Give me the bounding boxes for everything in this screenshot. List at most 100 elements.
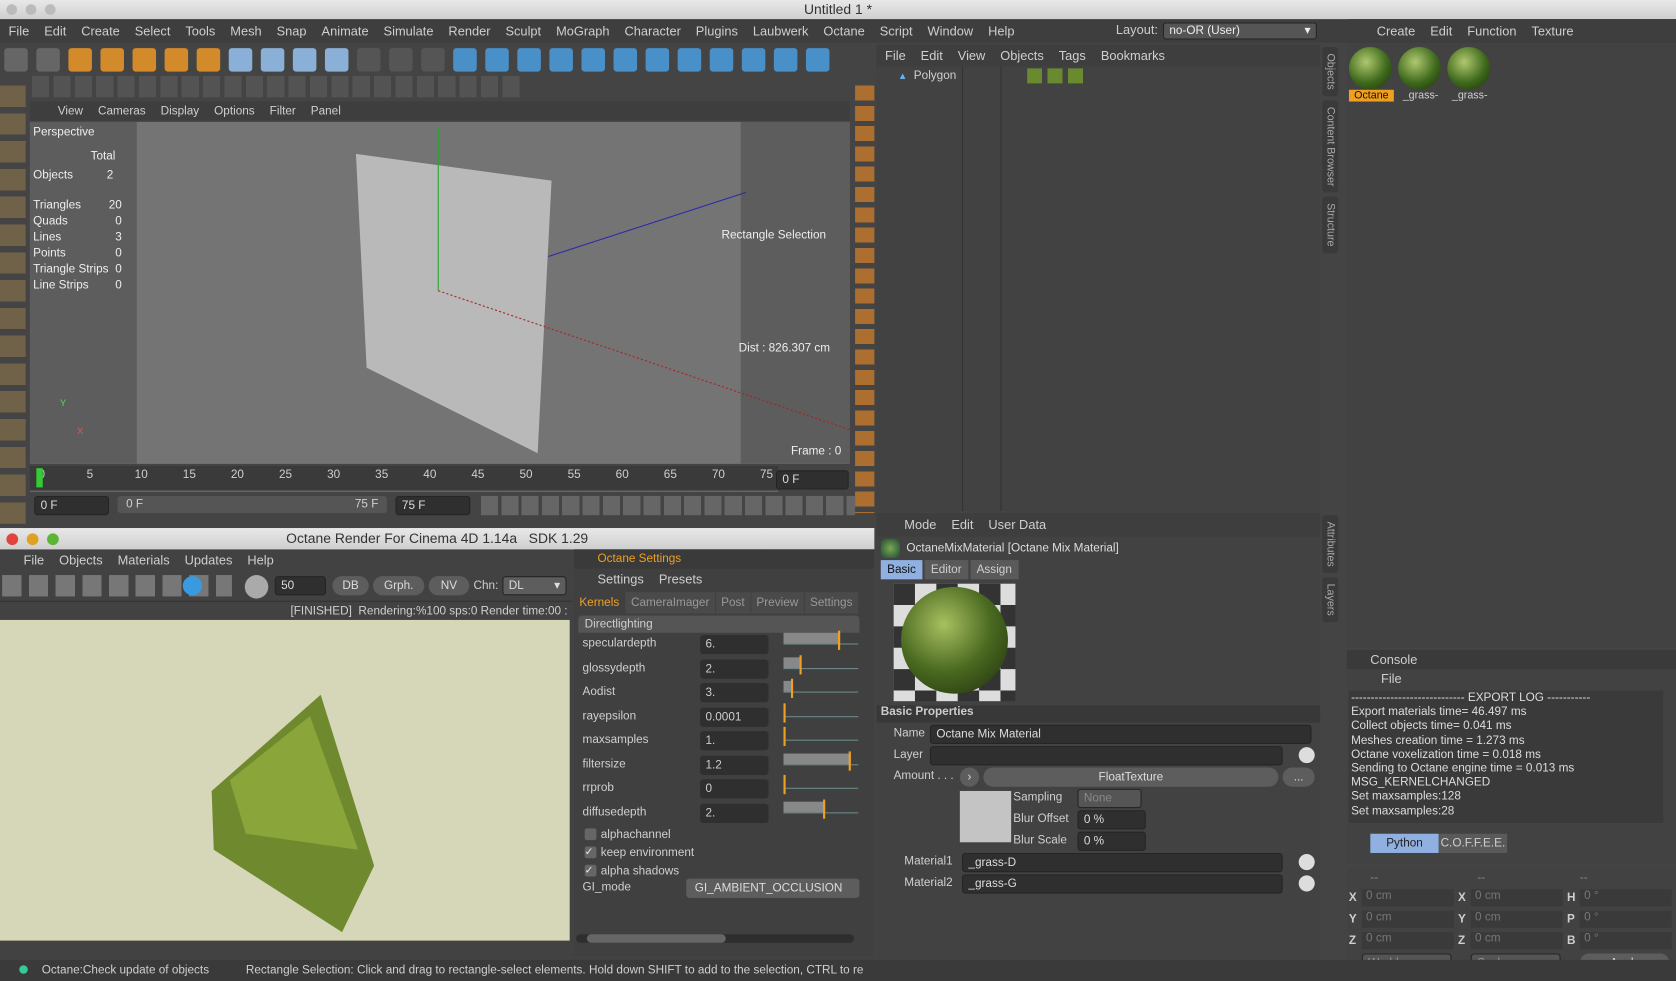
param-slider-rrprob[interactable] (783, 774, 859, 796)
viewport-right-toolbar[interactable] (855, 85, 875, 514)
coord-field[interactable]: 0 cm (1470, 932, 1563, 950)
scale-icon[interactable] (132, 48, 157, 72)
window-controls[interactable] (6, 4, 59, 15)
material-swatch[interactable]: Octane (1348, 47, 1394, 102)
param-field-rrprob[interactable]: 0 (700, 779, 769, 799)
octane-menu-file[interactable]: File (24, 553, 45, 568)
horizontal-scrollbar[interactable] (576, 934, 855, 943)
window-controls[interactable] (6, 533, 59, 546)
tab-editor[interactable]: Editor (924, 560, 969, 580)
layer-field[interactable] (929, 746, 1283, 766)
coord-field[interactable]: 0 cm (1470, 910, 1563, 928)
viewport[interactable]: Perspective Total Objects 2 Triangles 20 Qu… (29, 121, 850, 464)
coord-field[interactable]: 0 cm (1361, 932, 1454, 950)
float-texture-button[interactable]: FloatTexture (983, 767, 1279, 787)
checkbox-checked-icon[interactable]: ✓ (584, 846, 597, 859)
param-slider-filtersize[interactable] (783, 750, 859, 772)
more-button[interactable]: ... (1282, 767, 1315, 787)
python-tab[interactable]: Python (1370, 833, 1439, 853)
name-field[interactable]: Octane Mix Material (929, 724, 1312, 744)
edit-render-settings-icon[interactable] (421, 48, 445, 72)
blur-offset-field[interactable]: 0 % (1077, 810, 1146, 830)
tab-preview[interactable]: Preview (751, 592, 804, 614)
amount-expand-button[interactable]: › (959, 767, 980, 787)
viewport-menu-display[interactable]: Display (161, 105, 200, 118)
attributes-menu-edit[interactable]: Edit (951, 517, 973, 532)
menu-snap[interactable]: Snap (277, 24, 307, 39)
tab-post[interactable]: Post (715, 592, 751, 614)
octane-settings-menu-presets[interactable]: Presets (659, 572, 702, 587)
coord-field[interactable]: 0 cm (1361, 889, 1454, 907)
viewport-menu-filter[interactable]: Filter (270, 105, 296, 118)
menu-file[interactable]: File (9, 24, 30, 39)
side-tab-layers[interactable]: Layers (1322, 577, 1339, 623)
graph-button[interactable]: Grph. (373, 576, 425, 596)
tab-basic[interactable]: Basic (880, 560, 923, 580)
param-slider-rayepsilon[interactable] (783, 702, 859, 724)
param-slider-Aodist[interactable] (783, 678, 859, 700)
tab-settings[interactable]: Settings (804, 592, 858, 614)
viewport-menu-options[interactable]: Options (214, 105, 255, 118)
range-slider[interactable]: 0 F 75 F (117, 495, 387, 514)
object-row[interactable]: ▲ Polygon (876, 66, 1320, 85)
menu-select[interactable]: Select (135, 24, 171, 39)
side-tab-structure[interactable]: Structure (1322, 197, 1339, 254)
checkbox-unchecked-icon[interactable] (584, 828, 597, 841)
pick-focus-icon[interactable] (244, 575, 269, 599)
material-menu-create[interactable]: Create (1377, 24, 1416, 39)
material2-field[interactable]: _grass-G (961, 874, 1283, 894)
param-slider-speculardepth[interactable] (783, 630, 859, 652)
object-menu-bookmarks[interactable]: Bookmarks (1101, 48, 1165, 63)
menu-render[interactable]: Render (448, 24, 490, 39)
octane-menu-updates[interactable]: Updates (185, 553, 233, 568)
start-frame-field[interactable]: 0 F (34, 495, 110, 516)
pick-icon[interactable] (1298, 747, 1315, 764)
db-button[interactable]: DB (332, 576, 369, 596)
param-field-maxsamples[interactable]: 1. (700, 731, 769, 751)
render-sphere-icon[interactable] (182, 576, 203, 596)
viewport-menu-cameras[interactable]: Cameras (98, 105, 146, 118)
coord-field[interactable]: 0 ° (1579, 932, 1672, 950)
deformer-icon[interactable] (581, 48, 605, 72)
object-menu-tags[interactable]: Tags (1059, 48, 1086, 63)
menu-sculpt[interactable]: Sculpt (505, 24, 541, 39)
checkbox-row[interactable]: alphachannel (584, 825, 875, 843)
left-mode-toolbar[interactable] (0, 85, 26, 524)
object-menu-view[interactable]: View (958, 48, 986, 63)
menu-animate[interactable]: Animate (322, 24, 369, 39)
side-tab-content-browser[interactable]: Content Browser (1322, 100, 1339, 193)
material-swatch[interactable]: _grass- (1447, 47, 1492, 102)
object-menu-objects[interactable]: Objects (1000, 48, 1043, 63)
slider-handle[interactable] (838, 630, 841, 650)
checkbox-row[interactable]: ✓ keep environment (584, 843, 875, 861)
octane-settings-menu-settings[interactable]: Settings (598, 572, 644, 587)
save-icon[interactable] (805, 48, 830, 72)
pick-icon[interactable] (1298, 854, 1315, 871)
viewport-menu-panel[interactable]: Panel (311, 105, 341, 118)
slider-handle[interactable] (783, 726, 786, 747)
param-slider-maxsamples[interactable] (783, 726, 859, 748)
light-icon[interactable] (677, 48, 702, 72)
viewport-menu-view[interactable]: View (58, 105, 83, 118)
param-field-diffusedepth[interactable]: 2. (700, 803, 769, 823)
attributes-menu-mode[interactable]: Mode (904, 517, 936, 532)
checkbox-row[interactable]: ✓ alpha shadows (584, 862, 875, 880)
camera-icon[interactable] (645, 48, 670, 72)
live-selection-icon[interactable] (68, 48, 92, 72)
redo-icon[interactable] (36, 48, 60, 72)
channel-dropdown[interactable]: DL ▾ (502, 576, 567, 596)
object-menu-file[interactable]: File (885, 48, 906, 63)
grid-icon[interactable] (709, 48, 734, 72)
z-axis-icon[interactable] (292, 48, 317, 72)
material-tags[interactable] (1027, 68, 1087, 84)
param-slider-glossydepth[interactable] (783, 654, 859, 676)
coord-field[interactable]: 0 ° (1579, 910, 1672, 928)
material-menu-function[interactable]: Function (1467, 24, 1516, 39)
end-frame-field[interactable]: 75 F (395, 495, 471, 516)
coordinate-system-icon[interactable] (324, 48, 349, 72)
timeline[interactable]: 051015202530354045505560657075 (29, 466, 779, 492)
param-field-speculardepth[interactable]: 6. (700, 634, 769, 655)
x-axis-icon[interactable] (228, 48, 253, 72)
menu-edit[interactable]: Edit (44, 24, 66, 39)
side-tab-objects[interactable]: Objects (1322, 47, 1339, 97)
